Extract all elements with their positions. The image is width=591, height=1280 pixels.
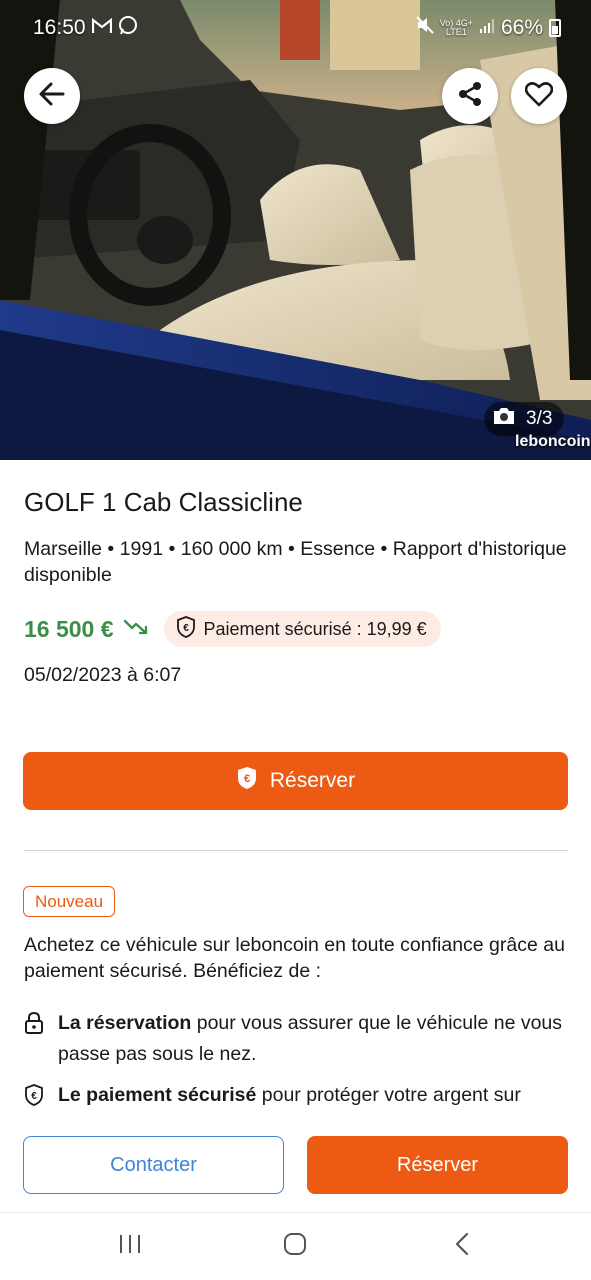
mute-icon (415, 16, 434, 40)
reserve-button[interactable]: € Réserver (23, 752, 568, 810)
battery-icon (549, 19, 561, 37)
benefit-reservation: La réservation pour vous assurer que le … (24, 1008, 569, 1070)
arrow-left-icon (38, 80, 66, 113)
favorite-button[interactable] (511, 68, 567, 124)
back-button[interactable] (24, 68, 80, 124)
recent-apps-button[interactable] (110, 1231, 150, 1261)
status-app-icons (91, 15, 138, 41)
shield-euro-icon: € (236, 766, 258, 796)
camera-icon (492, 406, 516, 432)
listing-meta: Marseille • 1991 • 160 000 km • Essence … (24, 538, 567, 586)
secure-payment-text: Paiement sécurisé : 19,99 € (203, 618, 427, 639)
bottom-action-bar: Contacter Réserver (0, 1118, 591, 1212)
home-button[interactable] (275, 1231, 315, 1261)
section-divider (24, 850, 568, 851)
listing-title: GOLF 1 Cab Classicline (24, 487, 303, 517)
lock-icon (24, 1008, 44, 1070)
gmail-icon (91, 16, 113, 40)
home-icon (283, 1232, 307, 1261)
battery-level: 66% (500, 16, 543, 39)
benefit-secure-payment: € Le paiement sécurisé pour protéger vot… (24, 1080, 569, 1116)
status-right: Vo) 4G+ LTE1 66% (415, 16, 561, 40)
photo-counter-text: 3/3 (526, 408, 553, 429)
price-row: 16 500 € € Paiement sécurisé : 19,99 € (24, 611, 441, 647)
reserve-button-label: Réserver (269, 769, 356, 792)
listing-photo[interactable]: 16:50 Vo) 4G+ LTE1 66% 3/3 leboncoin (0, 0, 591, 460)
svg-text:€: € (183, 623, 189, 634)
listing-price: 16 500 € (24, 615, 114, 642)
status-time: 16:50 (33, 16, 86, 39)
contact-button[interactable]: Contacter (23, 1136, 284, 1194)
price-trend-down-icon[interactable] (123, 618, 150, 641)
signal-icon (479, 16, 495, 40)
whatsapp-icon (118, 15, 138, 41)
car-interior-photo (0, 0, 591, 460)
chevron-left-icon (454, 1232, 470, 1261)
recent-apps-icon (118, 1233, 142, 1260)
secure-intro-text: Achetez ce véhicule sur leboncoin en tou… (24, 934, 565, 982)
share-icon (456, 80, 484, 113)
photo-counter: 3/3 (484, 402, 565, 436)
share-button[interactable] (442, 68, 498, 124)
secure-payment-badge[interactable]: € Paiement sécurisé : 19,99 € (163, 611, 441, 647)
euro-shield-icon: € (24, 1080, 44, 1116)
listing-date: 05/02/2023 à 6:07 (24, 664, 182, 686)
euro-shield-icon: € (176, 615, 196, 643)
svg-text:€: € (244, 773, 250, 785)
reserve-bottom-button[interactable]: Réserver (307, 1136, 568, 1194)
status-bar: 16:50 Vo) 4G+ LTE1 66% (0, 0, 591, 56)
svg-text:€: € (31, 1091, 37, 1102)
benefit-reservation-text: La réservation pour vous assurer que le … (58, 1012, 563, 1065)
heart-icon (524, 81, 554, 112)
system-nav-bar (0, 1212, 591, 1280)
benefit-secure-payment-text: Le paiement sécurisé pour protéger votre… (58, 1084, 521, 1116)
leboncoin-watermark: leboncoin (515, 433, 591, 450)
network-indicator: Vo) 4G+ LTE1 (439, 18, 473, 37)
new-badge: Nouveau (23, 886, 116, 917)
system-back-button[interactable] (442, 1231, 482, 1261)
